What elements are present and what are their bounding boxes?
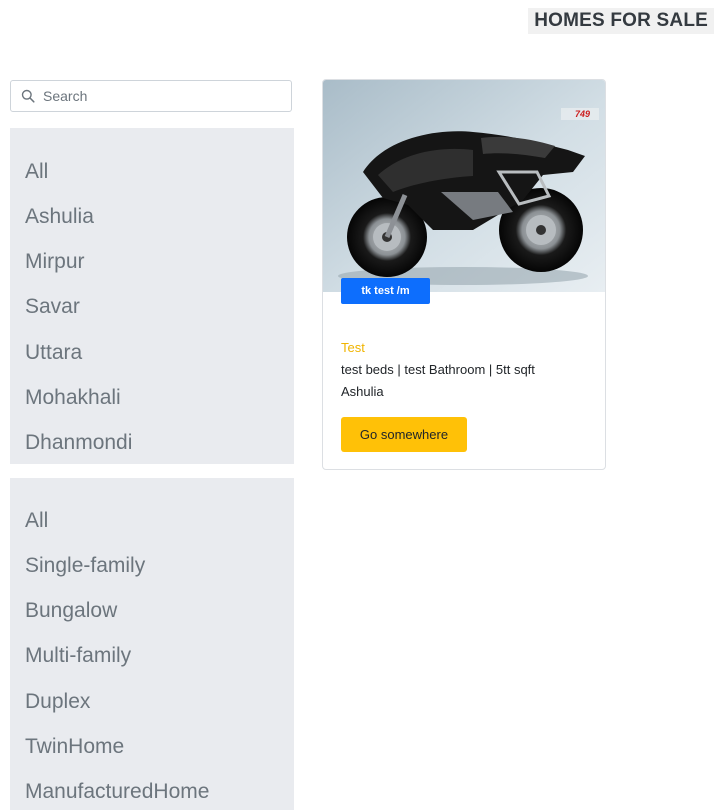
type-filter-bungalow[interactable]: Bungalow (25, 598, 117, 624)
type-filter-twinhome[interactable]: TwinHome (25, 734, 124, 760)
go-somewhere-button[interactable]: Go somewhere (341, 417, 467, 452)
image-model-label: 749 (575, 109, 590, 119)
type-filter-multi-family[interactable]: Multi-family (25, 643, 131, 669)
location-filter-savar[interactable]: Savar (25, 294, 80, 320)
listing-title: Test (341, 340, 365, 355)
listing-location: Ashulia (341, 384, 384, 399)
search-icon (21, 89, 35, 103)
listing-card: 749 tk test /m Test test beds | test Bat… (322, 79, 606, 470)
location-filter-all[interactable]: All (25, 159, 48, 185)
location-filter-uttara[interactable]: Uttara (25, 340, 82, 366)
type-filter-duplex[interactable]: Duplex (25, 689, 90, 715)
type-filter-panel: All Single-family Bungalow Multi-family … (10, 478, 294, 810)
location-filter-dhanmondi[interactable]: Dhanmondi (25, 430, 132, 456)
location-filter-ashulia[interactable]: Ashulia (25, 204, 94, 230)
type-filter-manufacturedhome[interactable]: ManufacturedHome (25, 779, 209, 805)
price-badge: tk test /m (341, 278, 430, 304)
search-box[interactable] (10, 80, 292, 112)
listing-details: test beds | test Bathroom | 5tt sqft (341, 362, 535, 377)
search-input[interactable] (43, 88, 283, 104)
listing-image: 749 (323, 80, 605, 292)
page-title: HOMES FOR SALE (528, 8, 714, 34)
type-filter-all[interactable]: All (25, 508, 48, 534)
location-filter-mohakhali[interactable]: Mohakhali (25, 385, 121, 411)
location-filter-panel: All Ashulia Mirpur Savar Uttara Mohakhal… (10, 128, 294, 464)
location-filter-mirpur[interactable]: Mirpur (25, 249, 85, 275)
type-filter-single-family[interactable]: Single-family (25, 553, 145, 579)
